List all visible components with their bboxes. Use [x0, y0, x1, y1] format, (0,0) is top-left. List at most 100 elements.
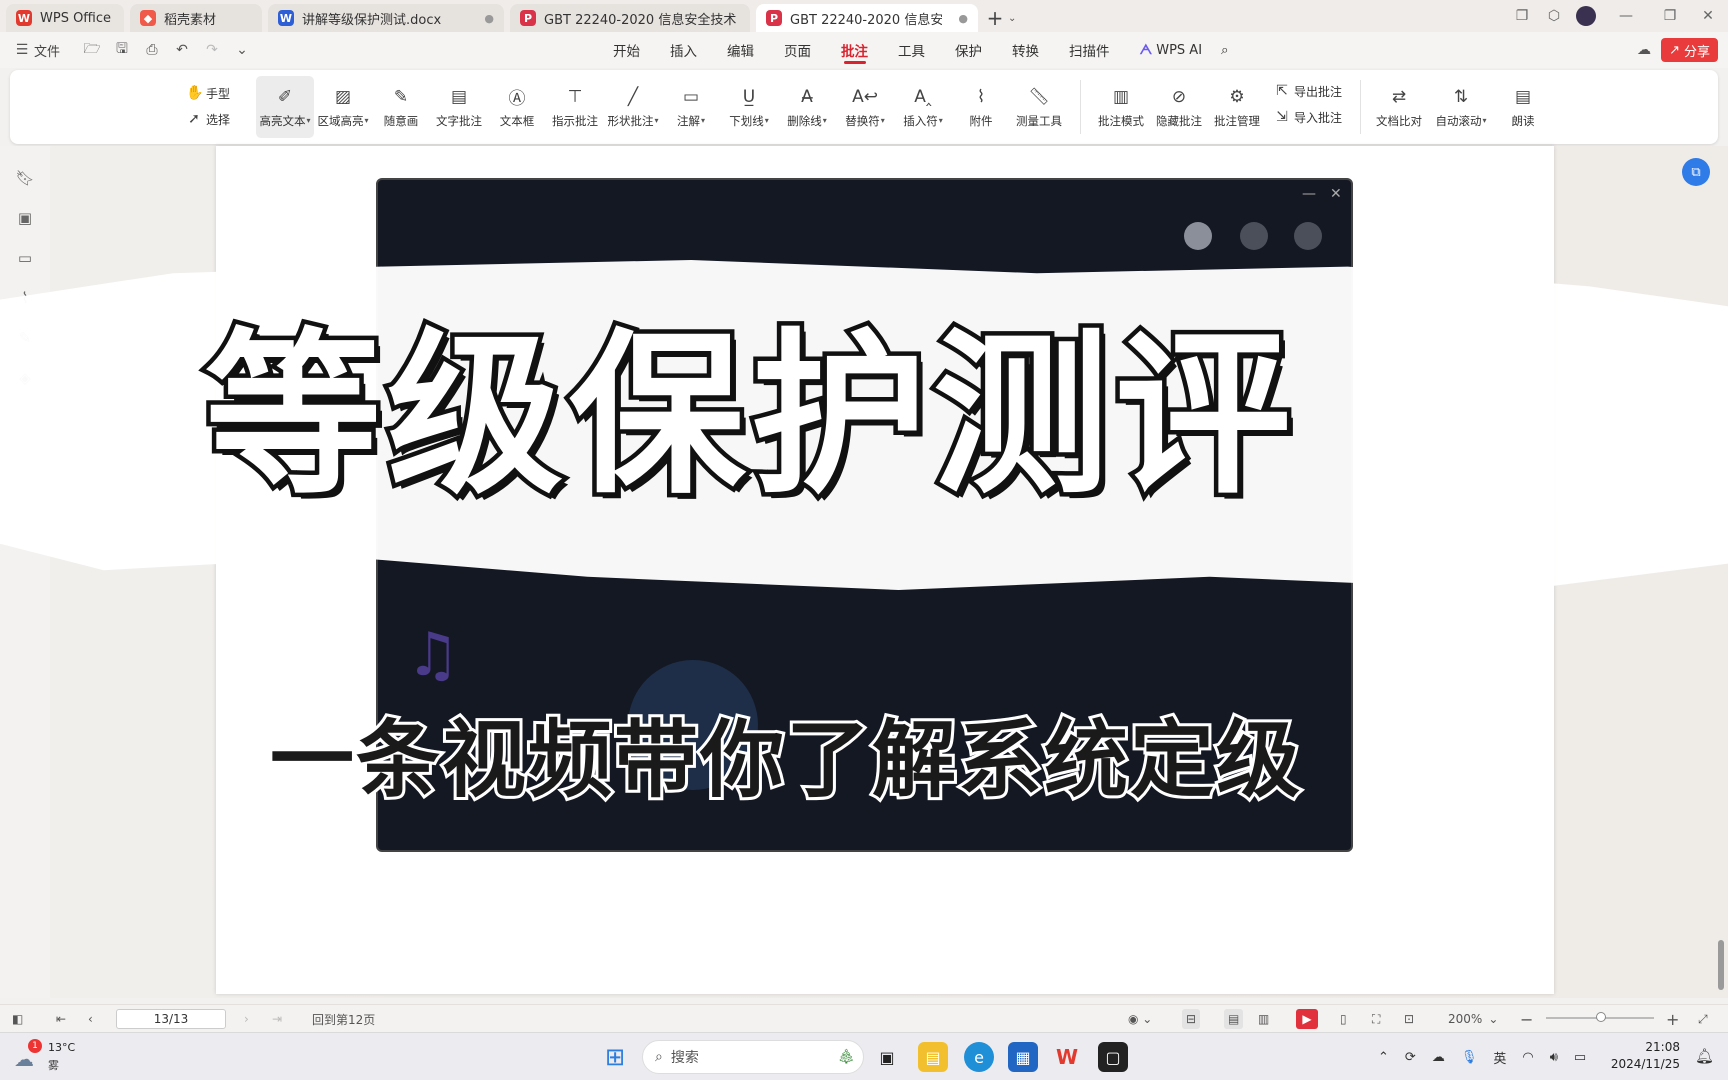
last-page-icon[interactable]: ⇥ [272, 1009, 282, 1029]
single-page-icon[interactable]: ▤ [1224, 1009, 1244, 1029]
tab-convert[interactable]: 转换 [997, 32, 1054, 68]
new-tab-icon[interactable]: + [982, 4, 1008, 32]
floating-assistant-icon[interactable]: ⧉ [1682, 158, 1710, 186]
battery-icon[interactable]: ▭ [1574, 1050, 1586, 1065]
chevron-up-icon[interactable]: ⌃ [1378, 1050, 1389, 1065]
bookmark-icon[interactable]: 🔖︎ [15, 168, 35, 188]
minimize-icon[interactable]: — [1610, 0, 1642, 32]
tab-docx[interactable]: W 讲解等级保护测试.docx ● [268, 4, 504, 32]
volume-icon[interactable]: 🔊︎ [1550, 1050, 1558, 1065]
tab-protect[interactable]: 保护 [940, 32, 997, 68]
fit-window-icon[interactable]: ⤢ [1698, 1009, 1708, 1029]
wps-taskbar-icon[interactable]: W [1052, 1042, 1082, 1072]
cube-icon[interactable]: ⬡ [1538, 0, 1570, 32]
restore-icon[interactable]: ❐ [1654, 0, 1686, 32]
tab-annotate[interactable]: 批注 [826, 32, 883, 68]
vertical-scrollbar[interactable] [1718, 940, 1724, 990]
store-icon[interactable]: ▦ [1008, 1042, 1038, 1072]
ribbon-tool-button[interactable]: ⌇ 附件 [952, 76, 1010, 138]
ribbon-tool-button[interactable]: ╱ 形状批注 ▾ [604, 76, 662, 138]
close-icon[interactable]: ● [958, 12, 968, 25]
ribbon-tool-button[interactable]: ⇄ 文档比对 [1368, 76, 1430, 138]
select-tool-button[interactable]: ➚ 选择 [186, 106, 230, 132]
import-comments-button[interactable]: ⇲ 导入批注 [1274, 104, 1342, 130]
comment-icon[interactable]: ▭ [15, 248, 35, 268]
zoom-select[interactable]: 200% ⌄ [1448, 1009, 1498, 1029]
share-button[interactable]: ↗ 分享 [1661, 38, 1718, 62]
microphone-icon[interactable]: 🎙︎ [1461, 1050, 1478, 1065]
ribbon-tool-button[interactable]: ⊤ 指示批注 [546, 76, 604, 138]
open-folder-icon[interactable]: 🗁 [82, 40, 102, 60]
sidebar-toggle-icon[interactable]: ◧ [12, 1009, 23, 1029]
tab-page[interactable]: 页面 [769, 32, 826, 68]
tab-insert[interactable]: 插入 [655, 32, 712, 68]
hand-tool-button[interactable]: ✋ 手型 [186, 80, 230, 106]
window-layout-icon[interactable]: ❐ [1506, 0, 1538, 32]
search-icon[interactable]: ⌕ [1217, 32, 1233, 68]
ribbon-tool-button[interactable]: ⊘ 隐藏批注 [1150, 76, 1208, 138]
taskbar-search[interactable]: ⌕ 搜索 🎄︎ [642, 1040, 864, 1074]
fullscreen-fit-icon[interactable]: ⛶ [1372, 1009, 1380, 1029]
thumbnail-icon[interactable]: ▣ [15, 208, 35, 228]
next-page-icon[interactable]: › [244, 1009, 249, 1029]
first-page-icon[interactable]: ⇤ [56, 1009, 66, 1029]
undo-icon[interactable]: ↶ [172, 40, 192, 60]
tab-scan[interactable]: 扫描件 [1054, 32, 1125, 68]
save-icon[interactable]: 🖫 [112, 40, 132, 60]
fit-page-icon[interactable]: ⊟ [1182, 1009, 1201, 1029]
file-explorer-icon[interactable]: ▤ [918, 1042, 948, 1072]
wps-ai-button[interactable]: ᗅ WPS AI [1125, 32, 1218, 68]
ribbon-tool-button[interactable]: ▤ 文字批注 [430, 76, 488, 138]
ribbon-tool-button[interactable]: ⚙ 批注管理 [1208, 76, 1266, 138]
onedrive-icon[interactable]: ☁ [1432, 1050, 1445, 1065]
ribbon-tool-button[interactable]: ⇅ 自动滚动 ▾ [1430, 76, 1492, 138]
tab-pdf-2[interactable]: P GBT 22240-2020 信息安全技 ● [756, 4, 978, 32]
zoom-slider-handle[interactable] [1596, 1012, 1606, 1022]
ribbon-tool-button[interactable]: A‸ 插入符 ▾ [894, 76, 952, 138]
page-number-input[interactable]: 13/13 [116, 1009, 226, 1029]
chevron-down-icon[interactable]: ⌄ [232, 40, 252, 60]
tab-daoke[interactable]: ◆ 稻壳素材 [130, 4, 262, 32]
tab-pdf-1[interactable]: P GBT 22240-2020 信息安全技术 网络 [510, 4, 750, 32]
redo-icon[interactable]: ↷ [202, 40, 222, 60]
cloud-upload-icon[interactable]: ☁ [1634, 40, 1654, 60]
bilibili-icon[interactable]: ▢ [1098, 1042, 1128, 1072]
ribbon-tool-button[interactable]: A↩ 替换符 ▾ [836, 76, 894, 138]
edge-browser-icon[interactable]: e [964, 1042, 994, 1072]
ribbon-tool-button[interactable]: Ⓐ 文本框 [488, 76, 546, 138]
ribbon-tool-button[interactable]: 📏︎ 测量工具 [1010, 76, 1068, 138]
tab-edit[interactable]: 编辑 [712, 32, 769, 68]
double-page-icon[interactable]: ▥ [1258, 1009, 1269, 1029]
print-icon[interactable]: ⎙ [142, 40, 162, 60]
eye-icon[interactable]: ◉ ⌄ [1128, 1009, 1152, 1029]
tab-tools[interactable]: 工具 [883, 32, 940, 68]
ribbon-tool-button[interactable]: U̲ 下划线 ▾ [720, 76, 778, 138]
tab-start[interactable]: 开始 [598, 32, 655, 68]
notification-bell-icon[interactable]: 🔔︎ [1695, 1047, 1714, 1065]
prev-page-icon[interactable]: ‹ [88, 1009, 93, 1029]
system-clock[interactable]: 21:08 2024/11/25 [1600, 1039, 1680, 1073]
tab-wps-home[interactable]: W WPS Office [6, 4, 124, 32]
ribbon-tool-button[interactable]: ▭ 注解 ▾ [662, 76, 720, 138]
wifi-icon[interactable]: ◠ [1522, 1050, 1533, 1065]
avatar[interactable] [1570, 0, 1602, 32]
zoom-out-icon[interactable]: − [1520, 1009, 1533, 1029]
zoom-in-icon[interactable]: + [1666, 1009, 1679, 1029]
ribbon-tool-button[interactable]: ✎ 随意画 [372, 76, 430, 138]
read-mode-icon[interactable]: ⊡ [1404, 1009, 1414, 1029]
window-close-icon[interactable]: ✕ [1692, 0, 1724, 32]
sync-icon[interactable]: ⟳ [1405, 1050, 1416, 1065]
ribbon-tool-button[interactable]: ✐ 高亮文本 ▾ [256, 76, 314, 138]
close-icon[interactable]: ● [484, 12, 494, 25]
menu-icon[interactable]: ☰ [12, 40, 32, 60]
ribbon-tool-button[interactable]: ▥ 批注模式 [1092, 76, 1150, 138]
chevron-down-icon[interactable]: ⌄ [1008, 4, 1016, 32]
export-comments-button[interactable]: ⇱ 导出批注 [1274, 78, 1342, 104]
weather-widget[interactable]: ☁ 1 13°C 雾 [14, 1039, 94, 1075]
ribbon-tool-button[interactable]: ▤ 朗读 [1492, 76, 1554, 138]
ribbon-tool-button[interactable]: ▨ 区域高亮 ▾ [314, 76, 372, 138]
file-menu[interactable]: 文件 [34, 41, 60, 60]
return-to-page-link[interactable]: 回到第12页 [312, 1009, 375, 1029]
windows-start-icon[interactable]: ⊞ [600, 1042, 630, 1072]
ribbon-tool-button[interactable]: A̶ 删除线 ▾ [778, 76, 836, 138]
